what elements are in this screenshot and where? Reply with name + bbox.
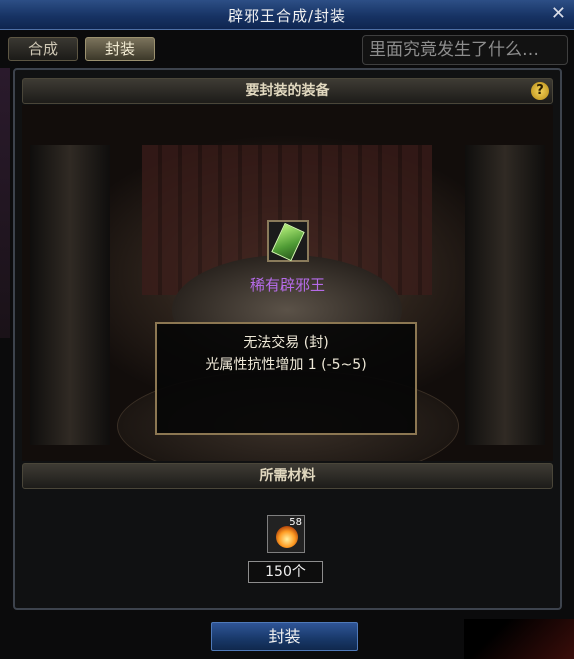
material-quantity: 150个 xyxy=(248,561,323,583)
equipment-slot[interactable] xyxy=(267,220,309,262)
background-chat-text: 里面究竟发生了什么… xyxy=(362,35,568,65)
tooltip-trade-status: 无法交易 (封) xyxy=(243,335,329,351)
background-decoration xyxy=(464,619,574,659)
tab-synthesis[interactable]: 合成 xyxy=(8,37,78,61)
item-tooltip: 无法交易 (封) 光属性抗性增加 1 (-5~5) xyxy=(155,322,417,435)
dragon-pillar-right xyxy=(465,145,545,445)
background-edge xyxy=(0,68,10,338)
talisman-icon xyxy=(271,222,305,262)
seal-button[interactable]: 封装 xyxy=(211,622,358,651)
material-slot[interactable]: 58 xyxy=(267,515,305,553)
tooltip-light-resistance: 光属性抗性增加 1 (-5~5) xyxy=(205,357,367,373)
equipment-name: 稀有辟邪王 xyxy=(249,276,325,294)
question-mark-icon[interactable]: ? xyxy=(531,82,549,100)
close-icon[interactable]: ✕ xyxy=(551,3,566,24)
tab-seal[interactable]: 封装 xyxy=(85,37,155,61)
materials-section-header: 所需材料 xyxy=(22,463,553,489)
window-title: 辟邪王合成/封装 xyxy=(227,7,347,25)
equipment-section-header: 要封装的装备 xyxy=(22,78,553,104)
material-owned-count: 58 xyxy=(289,517,302,528)
window-titlebar: 辟邪王合成/封装 ✕ xyxy=(0,0,574,30)
dragon-pillar-left xyxy=(30,145,110,445)
fire-ember-icon xyxy=(276,526,298,548)
